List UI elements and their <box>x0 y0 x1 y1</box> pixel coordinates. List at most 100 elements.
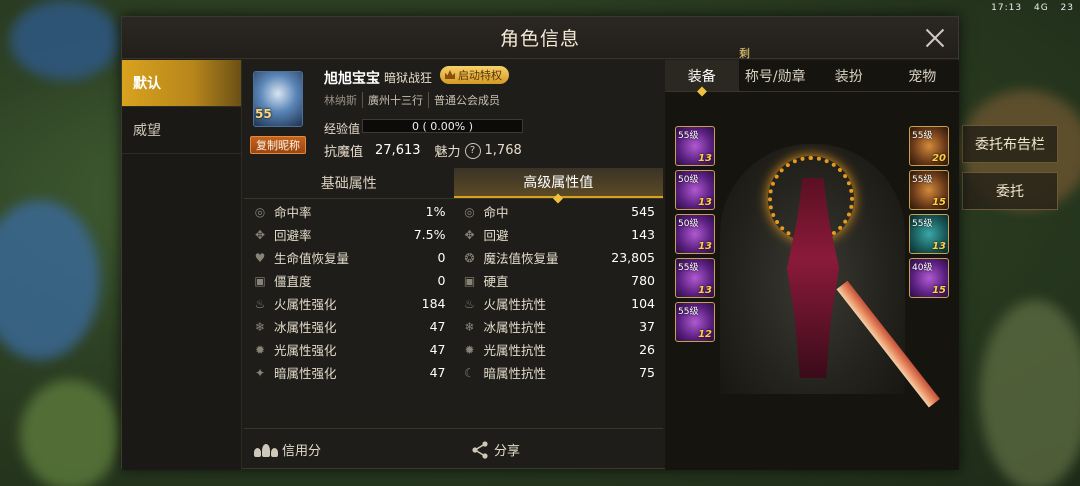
equipment-slot[interactable]: 55级 13 <box>675 126 715 166</box>
slot-level: 55级 <box>912 219 933 229</box>
exp-value: 0 ( 0.00% ) <box>411 120 473 133</box>
tab-default[interactable]: 默认 <box>122 60 241 107</box>
attr-name: 僵直度 <box>274 274 312 289</box>
attr-value: 7.5% <box>413 227 446 242</box>
slot-enhance: 13 <box>932 241 946 252</box>
panel-header: 角色信息 <box>122 17 958 59</box>
fire-icon: ♨ <box>254 296 266 311</box>
share-button[interactable]: 分享 <box>470 440 520 460</box>
fire-icon: ♨ <box>464 296 475 311</box>
tab-advanced-attributes[interactable]: 高级属性值 <box>453 168 663 198</box>
attr-value: 23,805 <box>611 250 655 265</box>
player-name: 旭旭宝宝 <box>324 71 380 87</box>
attr-value: 104 <box>631 296 655 311</box>
attr-name: 回避率 <box>274 228 312 243</box>
tab-equipment[interactable]: 装备 <box>665 60 739 91</box>
attr-name: 冰属性强化 <box>274 320 337 335</box>
tab-titles-medals[interactable]: 称号/勋章 <box>739 60 813 91</box>
equipment-slot[interactable]: 55级 15 <box>909 170 949 210</box>
status-bar: 17:13 4G 23 <box>983 3 1074 13</box>
light-icon: ✹ <box>254 342 266 357</box>
tab-prestige[interactable]: 威望 <box>122 107 241 154</box>
hardness-icon: ▣ <box>463 273 476 288</box>
hit-rate-icon: ◎ <box>254 204 266 219</box>
attr-name: 命中 <box>483 205 509 220</box>
credit-label: 信用分 <box>282 444 322 459</box>
attr-name: 回避 <box>483 228 509 243</box>
moon-icon: ☾ <box>464 365 475 380</box>
guild-name[interactable]: 廣州十三行 <box>363 92 429 108</box>
attr-value: 47 <box>429 365 446 380</box>
share-label: 分享 <box>494 444 521 459</box>
users-icon <box>254 442 278 458</box>
tab-basic-attributes[interactable]: 基础属性 <box>244 168 454 198</box>
commission-button[interactable]: 委托 <box>962 172 1058 210</box>
attr-value: 47 <box>429 342 446 357</box>
exp-label: 经验值 <box>324 122 361 136</box>
attribute-row: ♥ 生命值恢复量 0 ❂ 魔法值恢复量 23,805 <box>244 246 663 269</box>
panel-title: 角色信息 <box>499 28 580 50</box>
attr-name: 生命值恢复量 <box>274 251 350 266</box>
attr-name: 魔法值恢复量 <box>483 251 559 266</box>
attr-value: 780 <box>631 273 655 288</box>
attr-value: 75 <box>639 365 655 380</box>
bottom-bar: 信用分 分享 <box>244 428 663 470</box>
copy-nickname-button[interactable]: 复制昵称 <box>250 136 306 154</box>
commission-board-button[interactable]: 委托布告栏 <box>962 125 1058 163</box>
slot-enhance: 15 <box>932 285 946 296</box>
privilege-button[interactable]: 启动特权 <box>440 66 509 84</box>
hit-icon: ◎ <box>464 204 475 219</box>
equipment-area: 装备 称号/勋章 装扮 宠物 55级 13 50级 13 50级 13 55级 … <box>665 60 959 470</box>
attribute-row: ❄ 冰属性强化 47 ❄ 冰属性抗性 37 <box>244 315 663 338</box>
resist-charm-row: 抗魔值 27,613 魅力 ? 1,768 <box>324 141 522 160</box>
exp-bar: 0 ( 0.00% ) <box>362 119 523 133</box>
slot-enhance: 20 <box>932 153 946 164</box>
slot-level: 40级 <box>912 263 933 273</box>
evade-rate-icon: ✥ <box>254 227 266 242</box>
heart-icon: ♥ <box>254 250 266 265</box>
slot-enhance: 13 <box>698 153 712 164</box>
tab-avatar-costume[interactable]: 装扮 <box>812 60 886 91</box>
attr-name: 暗属性强化 <box>274 366 337 381</box>
charm-value: 1,768 <box>484 143 522 158</box>
attr-name: 硬直 <box>483 274 509 289</box>
attribute-row: ✥ 回避率 7.5% ✥ 回避 143 <box>244 223 663 246</box>
attr-value: 545 <box>631 204 655 219</box>
bg-portal-blur <box>0 200 100 360</box>
slot-level: 55级 <box>678 131 699 141</box>
attr-value: 0 <box>437 273 446 288</box>
status-signal: 4G <box>1033 3 1049 13</box>
resist-value: 27,613 <box>375 143 421 158</box>
share-icon <box>472 440 488 459</box>
credit-score-button[interactable]: 信用分 <box>254 440 321 459</box>
attr-value: 47 <box>429 319 446 334</box>
attr-name: 火属性抗性 <box>483 297 547 312</box>
mana-icon: ❂ <box>464 250 475 265</box>
slot-enhance: 13 <box>698 241 712 252</box>
resist-label: 抗魔值 <box>324 145 364 160</box>
avatar-level: 55 <box>255 107 272 121</box>
player-subinfo: 林纳斯 廣州十三行 普通公会成员 <box>324 92 505 108</box>
help-icon[interactable]: ? <box>464 142 481 159</box>
stiffness-icon: ▣ <box>254 273 266 288</box>
ice-icon: ❄ <box>464 319 475 334</box>
tab-pet[interactable]: 宠物 <box>886 60 960 91</box>
close-icon[interactable] <box>922 25 948 51</box>
equipment-slot[interactable]: 55级 12 <box>675 302 715 342</box>
light-icon: ✹ <box>464 342 475 357</box>
slot-level: 55级 <box>678 263 699 273</box>
slot-enhance: 13 <box>698 197 712 208</box>
attribute-list: ◎ 命中率 1% ◎ 命中 545 ✥ 回避率 7.5% ✥ 回避 143 ♥ 生命值恢复量 0 ❂… <box>244 200 663 384</box>
equipment-slot[interactable]: 55级 20 <box>909 126 949 166</box>
equipment-slot[interactable]: 40级 15 <box>909 258 949 298</box>
slot-enhance: 13 <box>698 285 712 296</box>
slot-enhance: 12 <box>698 329 712 340</box>
equipment-tabs: 装备 称号/勋章 装扮 宠物 <box>665 60 959 92</box>
profile-section: 55 复制昵称 旭旭宝宝 暗狱战狂 启动特权 剩余30天 林纳斯 廣州十三行 普… <box>245 47 759 180</box>
equipment-slot[interactable]: 55级 13 <box>675 258 715 298</box>
attr-name: 光属性强化 <box>274 343 337 358</box>
equipment-slot[interactable]: 50级 13 <box>675 170 715 210</box>
equipment-slot[interactable]: 50级 13 <box>675 214 715 254</box>
slot-level: 55级 <box>678 307 699 317</box>
equipment-slot[interactable]: 55级 13 <box>909 214 949 254</box>
